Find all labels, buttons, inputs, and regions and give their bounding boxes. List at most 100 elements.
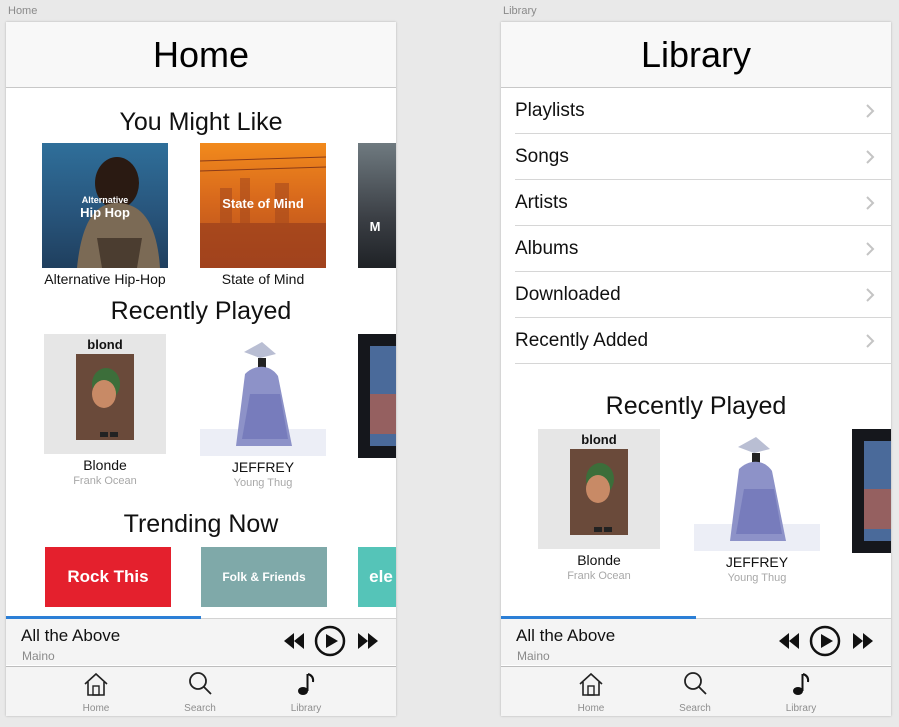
- cover-art: ele: [358, 547, 396, 607]
- you-might-like-row: Alternative Hip Hop Alternative Hip-Hop …: [6, 143, 396, 293]
- rewind-icon[interactable]: [779, 633, 799, 649]
- playlist-card[interactable]: State of Mind State of Mind: [200, 143, 326, 287]
- trending-now-row: Rock This Folk & Friends ele: [6, 547, 396, 607]
- cover-text: Alternative: [81, 195, 129, 205]
- tab-bar: Home Search Library: [501, 666, 891, 716]
- now-playing-bar[interactable]: All the Above Maino: [501, 616, 891, 665]
- progress-bar[interactable]: [501, 616, 696, 619]
- menu-item-downloaded[interactable]: Downloaded: [515, 272, 891, 318]
- menu-item-label: Recently Added: [515, 329, 649, 351]
- music-note-icon: [793, 673, 810, 695]
- card-title: Alternative Hip-Hop: [44, 271, 166, 287]
- chevron-right-icon: [866, 103, 875, 118]
- track-title: All the Above: [516, 626, 616, 645]
- menu-item-recently-added[interactable]: Recently Added: [515, 318, 891, 364]
- search-icon: [189, 672, 212, 695]
- library-menu: Playlists Songs Artists Albums Downloade…: [501, 88, 891, 364]
- album-card[interactable]: JEFFREY Young Thug: [200, 334, 326, 489]
- playlist-card[interactable]: Rock This: [45, 547, 171, 607]
- page-title: Home: [152, 33, 250, 75]
- home-screen: Home You Might Like Alternative Hip Hop …: [6, 22, 396, 716]
- card-artist: Frank Ocean: [567, 570, 631, 582]
- cover-art: [200, 334, 326, 456]
- progress-bar[interactable]: [6, 616, 201, 619]
- card-title: Blonde: [83, 457, 127, 473]
- library-header: Library: [501, 22, 891, 88]
- tab-library[interactable]: Library: [271, 670, 341, 714]
- section-title-you-might-like: You Might Like: [119, 108, 283, 136]
- tab-label: Library: [290, 703, 322, 714]
- play-icon[interactable]: [809, 625, 841, 657]
- home-icon: [84, 672, 108, 696]
- section-title-recently-played: Recently Played: [110, 297, 292, 325]
- playlist-card[interactable]: Folk & Friends: [201, 547, 327, 607]
- cover-text: State of Mind: [222, 196, 304, 211]
- play-icon[interactable]: [314, 625, 346, 657]
- playlist-card[interactable]: Alternative Hip Hop Alternative Hip-Hop: [42, 143, 168, 287]
- tab-bar: Home Search Library: [6, 666, 396, 716]
- tab-search[interactable]: Search: [165, 670, 235, 714]
- chevron-right-icon: [866, 149, 875, 164]
- card-title: JEFFREY: [231, 459, 295, 475]
- menu-item-label: Artists: [515, 191, 568, 213]
- page-title: Library: [640, 33, 752, 75]
- tab-home[interactable]: Home: [556, 670, 626, 714]
- card-title: JEFFREY: [725, 554, 789, 570]
- album-card[interactable]: [852, 429, 891, 553]
- album-card[interactable]: blond Blonde Frank Ocean: [538, 429, 660, 582]
- cover-art: Folk & Friends: [201, 547, 327, 607]
- tab-label: Search: [184, 703, 216, 714]
- tab-search[interactable]: Search: [660, 670, 730, 714]
- rewind-icon[interactable]: [284, 633, 304, 649]
- track-title: All the Above: [21, 626, 121, 645]
- cover-text: Hip Hop: [80, 205, 130, 220]
- card-artist: Young Thug: [727, 572, 787, 584]
- home-icon: [579, 672, 603, 696]
- chevron-right-icon: [866, 333, 875, 348]
- track-artist: Maino: [517, 649, 550, 663]
- section-title-recently-played: Recently Played: [605, 392, 787, 420]
- menu-item-label: Songs: [515, 145, 569, 167]
- menu-item-artists[interactable]: Artists: [515, 180, 891, 226]
- menu-item-playlists[interactable]: Playlists: [515, 88, 891, 134]
- album-card[interactable]: [358, 334, 396, 458]
- cover-text: ele: [369, 567, 393, 586]
- fast-forward-icon[interactable]: [358, 633, 378, 649]
- chevron-right-icon: [866, 287, 875, 302]
- cover-art: State of Mind: [200, 143, 326, 268]
- menu-item-songs[interactable]: Songs: [515, 134, 891, 180]
- cover-art: blond: [538, 429, 660, 549]
- tab-home[interactable]: Home: [61, 670, 131, 714]
- tab-label: Search: [679, 703, 711, 714]
- playlist-card[interactable]: ele: [358, 547, 396, 607]
- search-icon: [684, 672, 707, 695]
- artboard-label-home: Home: [8, 5, 38, 17]
- recently-played-row: blond Blonde Frank Ocean JEFFREY Young T…: [501, 429, 891, 599]
- tab-label: Home: [82, 703, 110, 714]
- tab-library[interactable]: Library: [766, 670, 836, 714]
- chevron-right-icon: [866, 241, 875, 256]
- album-card[interactable]: JEFFREY Young Thug: [694, 429, 820, 584]
- menu-item-label: Playlists: [515, 99, 585, 121]
- track-artist: Maino: [22, 649, 55, 663]
- card-artist: Young Thug: [233, 477, 293, 489]
- album-card[interactable]: blond Blonde Frank Ocean: [44, 334, 166, 487]
- menu-item-albums[interactable]: Albums: [515, 226, 891, 272]
- cover-art: [694, 429, 820, 551]
- fast-forward-icon[interactable]: [853, 633, 873, 649]
- home-header: Home: [6, 22, 396, 88]
- now-playing-bar[interactable]: All the Above Maino: [6, 616, 396, 665]
- cover-text: Folk & Friends: [222, 570, 306, 584]
- library-screen: Library Playlists Songs Artists Albums D…: [501, 22, 891, 716]
- card-artist: Frank Ocean: [73, 475, 137, 487]
- cover-text: Rock This: [67, 567, 149, 586]
- card-title: State of Mind: [221, 271, 305, 287]
- cover-art: Alternative Hip Hop: [42, 143, 168, 268]
- chevron-right-icon: [866, 195, 875, 210]
- cover-art: [852, 429, 891, 553]
- cover-art: [358, 334, 396, 458]
- recently-played-row: blond Blonde Frank Ocean JEFFREY Young T…: [6, 334, 396, 504]
- playlist-card[interactable]: M: [358, 143, 396, 268]
- cover-text: M: [369, 219, 381, 234]
- card-title: Blonde: [577, 552, 621, 568]
